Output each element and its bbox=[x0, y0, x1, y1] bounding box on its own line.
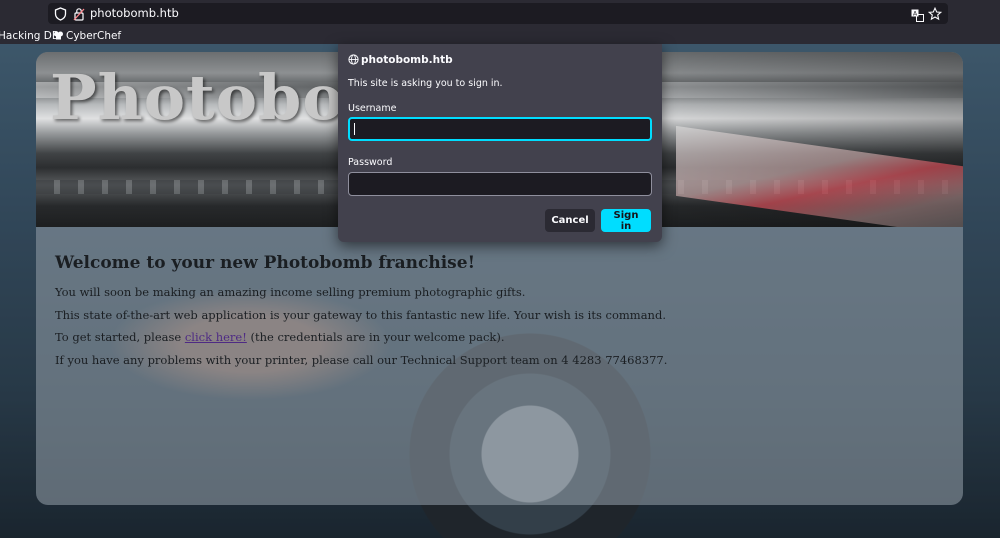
url-bar[interactable]: photobomb.htb A bbox=[48, 3, 948, 24]
support-line: If you have any problems with your print… bbox=[55, 352, 668, 367]
shield-icon[interactable] bbox=[54, 6, 67, 25]
star-icon[interactable] bbox=[927, 6, 943, 25]
lock-icon[interactable] bbox=[73, 6, 85, 25]
intro-line-1: You will soon be making an amazing incom… bbox=[55, 285, 526, 299]
globe-icon bbox=[348, 54, 359, 69]
auth-dialog: photobomb.htb This site is asking you to… bbox=[338, 44, 662, 242]
password-field[interactable] bbox=[348, 172, 652, 196]
username-field[interactable] bbox=[348, 117, 652, 141]
browser-toolbar: photobomb.htb A bbox=[0, 0, 1000, 28]
sign-in-button[interactable]: Sign in bbox=[601, 209, 651, 232]
url-text[interactable]: photobomb.htb bbox=[90, 6, 179, 21]
intro-line-2: This state of-the-art web application is… bbox=[55, 307, 666, 322]
bookmarks-bar: Hacking DB CyberChef bbox=[0, 28, 1000, 44]
cancel-button[interactable]: Cancel bbox=[545, 209, 595, 232]
dialog-origin: photobomb.htb bbox=[348, 53, 453, 69]
bookmark-cyberchef-label: CyberChef bbox=[66, 30, 122, 42]
password-label: Password bbox=[348, 157, 393, 168]
translate-icon[interactable]: A bbox=[911, 7, 924, 26]
click-here-link[interactable]: click here! bbox=[185, 330, 247, 344]
bookmark-hacking-db[interactable]: Hacking DB bbox=[0, 29, 59, 43]
bookmark-cyberchef[interactable]: CyberChef bbox=[53, 29, 121, 45]
dialog-message: This site is asking you to sign in. bbox=[348, 78, 503, 89]
username-label: Username bbox=[348, 103, 397, 114]
cyberchef-icon bbox=[53, 30, 64, 45]
intro-line-3: To get started, please click here! (the … bbox=[55, 330, 505, 344]
welcome-heading: Welcome to your new Photobomb franchise! bbox=[55, 253, 476, 273]
dialog-origin-text: photobomb.htb bbox=[361, 54, 453, 66]
text-caret bbox=[354, 123, 355, 135]
main-content: Welcome to your new Photobomb franchise!… bbox=[55, 251, 935, 375]
